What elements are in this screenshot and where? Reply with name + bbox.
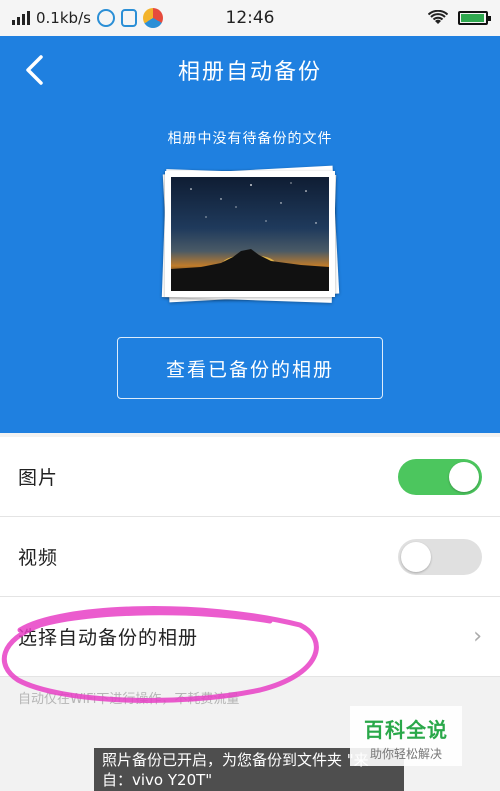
wifi-only-note: 自动仅在WiFi下进行操作，不耗费流量 (18, 692, 240, 707)
notification-icon (96, 9, 115, 27)
network-speed: 0.1kb/s (36, 9, 91, 27)
select-album-row[interactable]: 选择自动备份的相册 › (0, 597, 500, 677)
view-backed-up-album-button[interactable]: 查看已备份的相册 (117, 337, 383, 399)
page-title: 相册自动备份 (177, 60, 322, 85)
videos-toggle[interactable] (398, 538, 482, 575)
select-album-label: 选择自动备份的相册 (18, 627, 199, 649)
signal-icon (12, 11, 30, 25)
watermark-subtitle: 助你轻松解决 (369, 747, 442, 761)
empty-hint: 相册中没有待备份的文件 (167, 131, 333, 147)
photos-toggle[interactable] (398, 458, 482, 495)
status-bar: 0.1kb/s 12:46 (0, 0, 500, 36)
watermark-title: 百科全说 (364, 718, 448, 742)
settings-list: 图片 视频 选择自动备份的相册 › (0, 437, 500, 677)
app-icon (142, 8, 163, 28)
status-right (428, 10, 491, 26)
videos-row: 视频 (0, 517, 500, 597)
album-placeholder-image (161, 165, 340, 303)
shield-icon (120, 9, 137, 27)
status-left: 0.1kb/s (12, 8, 163, 28)
photos-row: 图片 (0, 437, 500, 517)
battery-icon (458, 11, 491, 25)
videos-label: 视频 (18, 547, 59, 569)
wifi-icon (428, 10, 448, 24)
photos-label: 图片 (18, 467, 59, 489)
chevron-right-icon: › (473, 624, 482, 649)
watermark-logo: 百科全说 助你轻松解决 (350, 706, 462, 766)
header-area: 相册自动备份 相册中没有待备份的文件 查看已备份的相册 (0, 36, 500, 433)
landscape-photo (171, 177, 329, 291)
